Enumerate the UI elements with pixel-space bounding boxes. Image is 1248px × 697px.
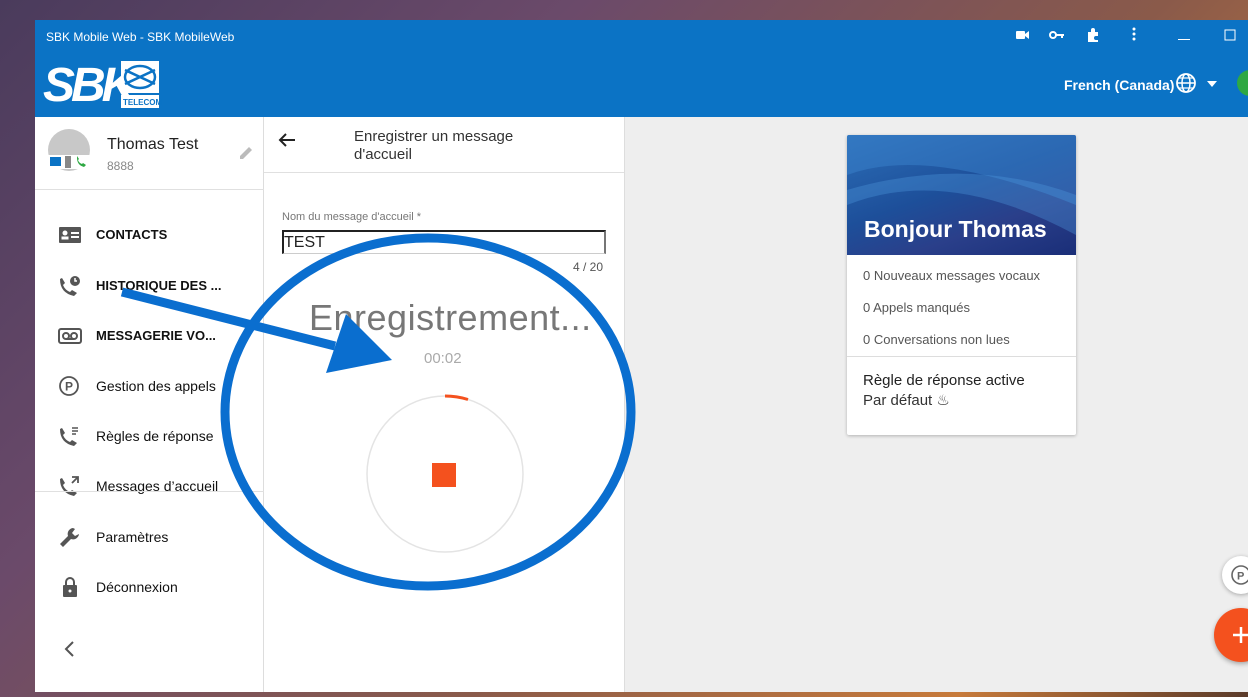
video-camera-icon[interactable] xyxy=(1014,27,1032,45)
language-label[interactable]: French (Canada) xyxy=(1064,77,1174,93)
sidebar: Thomas Test 8888 CONTACTS HISTORIQUE DES… xyxy=(35,117,264,692)
sidebar-item-contacts[interactable]: CONTACTS xyxy=(35,213,264,257)
profile-header: Thomas Test 8888 xyxy=(35,117,264,190)
profile-name: Thomas Test xyxy=(107,136,199,153)
dashboard-area: Bonjour Thomas 0 Nouveaux messages vocau… xyxy=(626,117,1248,692)
sidebar-item-voicemail[interactable]: MESSAGERIE VO... xyxy=(35,314,264,358)
device-status-icons xyxy=(48,155,90,169)
active-rule-value[interactable]: Par défaut ♨ xyxy=(863,391,950,409)
panel-title: Enregistrer un message d'accueil xyxy=(354,128,514,163)
chevron-down-icon[interactable] xyxy=(1207,80,1217,88)
sidebar-item-settings[interactable]: Paramètres xyxy=(35,515,264,559)
svg-text:P: P xyxy=(65,380,73,394)
stat-unread-conversations[interactable]: 0 Conversations non lues xyxy=(863,332,1010,347)
sidebar-item-label: Règles de réponse xyxy=(96,428,214,444)
call-rules-icon xyxy=(60,427,78,446)
sidebar-item-label: CONTACTS xyxy=(96,227,168,242)
arrow-back-icon[interactable] xyxy=(277,131,297,149)
svg-text:P: P xyxy=(1237,571,1244,583)
recording-timer: 00:02 xyxy=(424,350,462,367)
app-window: SBK Mobile Web - SBK MobileWeb SBK TELEC… xyxy=(35,20,1248,692)
more-vert-icon[interactable] xyxy=(1125,27,1143,45)
greeting-heading: Bonjour Thomas xyxy=(864,216,1047,242)
plus-icon xyxy=(1233,627,1248,643)
call-history-icon xyxy=(60,276,80,296)
greeting-recorder-panel: Enregistrer un message d'accueil Nom du … xyxy=(264,117,625,692)
sidebar-item-call-history[interactable]: HISTORIQUE DES ... xyxy=(35,264,264,308)
divider xyxy=(35,491,264,492)
maximize-icon[interactable] xyxy=(1221,27,1239,45)
lock-icon xyxy=(63,577,77,597)
divider xyxy=(847,356,1076,357)
sidebar-item-label: Paramètres xyxy=(96,529,169,545)
parking-icon: P xyxy=(59,376,79,396)
greeting-name-input[interactable] xyxy=(282,230,606,254)
chevron-left-icon[interactable] xyxy=(63,640,77,658)
svg-text:TELECOM: TELECOM xyxy=(123,98,162,107)
sidebar-item-label: HISTORIQUE DES ... xyxy=(96,278,222,293)
parking-fab[interactable]: P xyxy=(1222,556,1248,594)
key-icon[interactable] xyxy=(1048,27,1066,45)
sidebar-item-call-management[interactable]: P Gestion des appels xyxy=(35,364,264,408)
stat-missed-calls[interactable]: 0 Appels manqués xyxy=(863,300,970,315)
greeting-phone-icon xyxy=(60,476,79,496)
minimize-icon[interactable] xyxy=(1175,27,1193,45)
stat-voicemails[interactable]: 0 Nouveaux messages vocaux xyxy=(863,268,1040,283)
app-bar: SBK TELECOM French (Canada) xyxy=(35,53,1248,117)
pencil-edit-icon[interactable] xyxy=(238,145,254,161)
recording-status: Enregistrement... xyxy=(309,297,592,338)
sbk-telecom-logo: SBK TELECOM xyxy=(43,59,162,112)
sidebar-item-label: Déconnexion xyxy=(96,579,178,595)
presence-avatar[interactable] xyxy=(1237,70,1248,96)
sidebar-item-greetings[interactable]: Messages d’accueil xyxy=(35,464,264,508)
title-bar: SBK Mobile Web - SBK MobileWeb xyxy=(35,20,1248,53)
active-rule-title: Règle de réponse active xyxy=(863,372,1025,389)
sidebar-item-label: Gestion des appels xyxy=(96,378,216,394)
extensions-puzzle-icon[interactable] xyxy=(1084,27,1102,45)
contacts-card-icon xyxy=(59,227,81,243)
welcome-card: Bonjour Thomas 0 Nouveaux messages vocau… xyxy=(847,135,1076,435)
profile-extension: 8888 xyxy=(107,159,134,173)
stop-record-button[interactable] xyxy=(432,463,456,487)
greeting-name-label: Nom du message d'accueil * xyxy=(282,211,422,223)
sidebar-item-label: MESSAGERIE VO... xyxy=(96,328,216,343)
window-title: SBK Mobile Web - SBK MobileWeb xyxy=(46,30,235,44)
wrench-icon xyxy=(60,528,79,547)
globe-icon[interactable] xyxy=(1175,72,1197,94)
sidebar-item-answer-rules[interactable]: Règles de réponse xyxy=(35,414,264,458)
parking-icon: P xyxy=(1231,565,1248,585)
add-fab[interactable] xyxy=(1214,608,1248,662)
voicemail-icon xyxy=(58,328,82,344)
panel-header: Enregistrer un message d'accueil xyxy=(264,117,624,173)
sidebar-item-logout[interactable]: Déconnexion xyxy=(35,565,264,609)
character-counter: 4 / 20 xyxy=(573,260,604,274)
